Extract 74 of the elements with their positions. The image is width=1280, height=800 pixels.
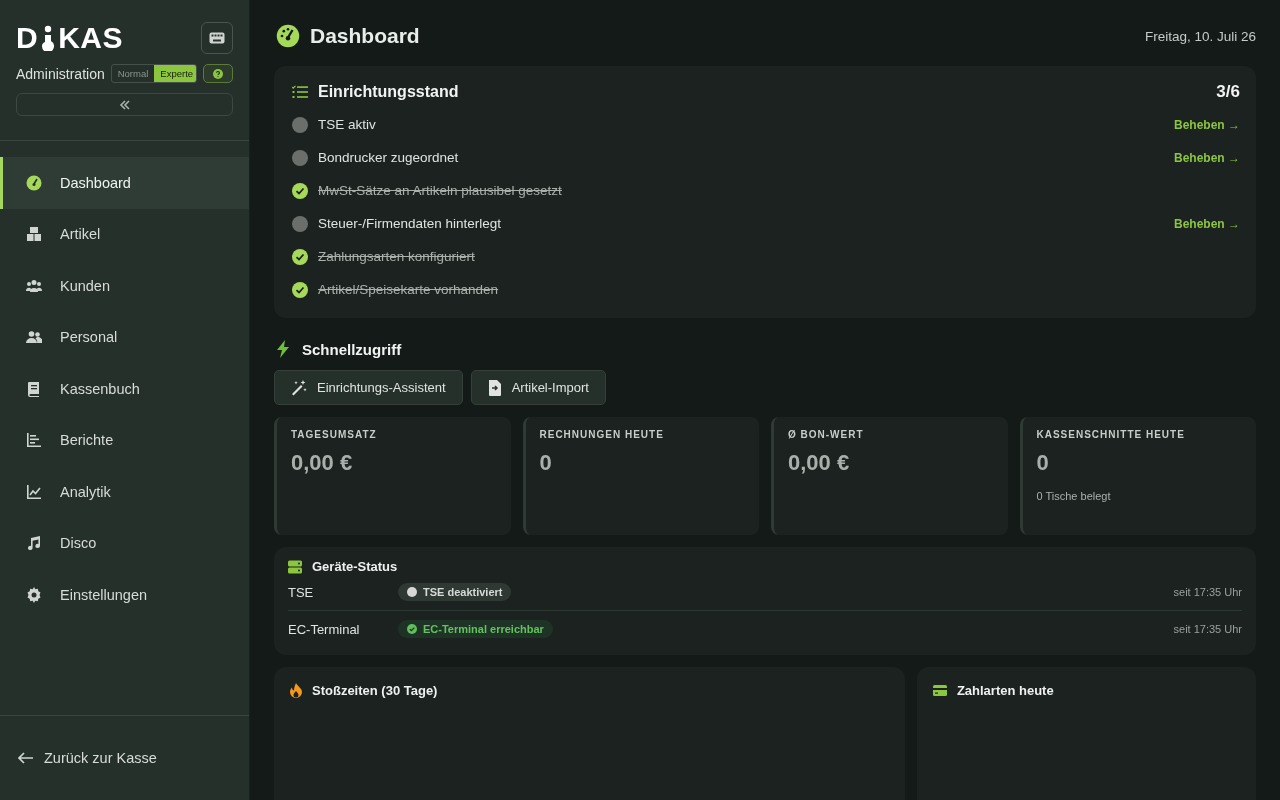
stat-value: 0	[539, 450, 553, 476]
double-chevron-left-icon	[118, 99, 131, 110]
logo-text: KAS	[58, 23, 123, 53]
nav-item[interactable]: Dashboard	[0, 157, 249, 209]
arrow-left-icon	[18, 752, 34, 764]
mode-toggle[interactable]: Experte	[154, 65, 196, 82]
gauge-icon	[26, 174, 42, 191]
nav-item[interactable]: Einstellungen	[0, 569, 249, 621]
date-text: Freitag, 10. Juli 26	[1144, 28, 1256, 44]
checklist-item: Steuer-/Firmendaten hinterlegt	[318, 216, 502, 231]
card-title: Einrichtungsstand	[318, 83, 459, 101]
page-title: Dashboard	[310, 24, 420, 48]
help-icon	[213, 68, 223, 79]
checklist-icon	[292, 85, 308, 99]
checklist-item: Bondrucker zugeordnet	[318, 150, 459, 165]
music-note-icon	[26, 535, 42, 552]
subtitle: Administration	[16, 65, 105, 82]
status-badge: EC-Terminal erreichbar	[398, 620, 553, 638]
quick-action-button[interactable]: Einrichtungs-Assistent	[274, 370, 463, 405]
card-icon	[932, 685, 947, 696]
logo-text: D	[16, 23, 39, 53]
checklist-item: TSE aktiv	[318, 117, 376, 132]
check-circle-icon	[407, 624, 417, 634]
checklist-item: MwSt-Sätze an Artikeln plausibel gesetzt	[318, 183, 562, 198]
nav-item[interactable]: Artikel	[0, 208, 249, 260]
progress-count: 3/6	[1216, 82, 1240, 102]
quick-action-button[interactable]: Artikel-Import	[470, 370, 606, 405]
fix-link[interactable]: Beheben →	[1174, 150, 1240, 165]
stat-label: KASSENSCHNITTE HEUTE	[1036, 429, 1186, 440]
file-import-icon	[487, 379, 502, 396]
status-dot-icon	[407, 587, 417, 597]
gear-icon	[26, 586, 42, 603]
mode-toggle[interactable]: Normal	[111, 65, 155, 82]
fix-link[interactable]: Beheben →	[1174, 216, 1240, 231]
card-title: Geräte-Status	[312, 559, 398, 574]
magic-wand-icon	[291, 379, 307, 396]
keyboard-icon	[209, 32, 225, 44]
stat-value: 0,00 €	[291, 450, 354, 476]
nav-item[interactable]: Berichte	[0, 414, 249, 466]
gauge-icon	[276, 24, 300, 48]
nav-item[interactable]: Analytik	[0, 466, 249, 518]
server-icon	[288, 559, 302, 574]
users-icon	[26, 329, 42, 346]
line-chart-icon	[26, 483, 42, 500]
nav-item[interactable]: Personal	[0, 311, 249, 363]
checklist-item: Artikel/Speisekarte vorhanden	[318, 282, 499, 297]
boxes-icon	[26, 226, 42, 243]
device-name: EC-Terminal	[288, 621, 361, 637]
help-button[interactable]	[203, 64, 233, 83]
flame-icon	[290, 683, 302, 698]
fix-link[interactable]: Beheben →	[1174, 117, 1240, 132]
checklist-item: Zahlungsarten konfiguriert	[318, 249, 475, 264]
stat-note: 0 Tische belegt	[1036, 490, 1112, 502]
back-link[interactable]: Zurück zur Kasse	[18, 750, 157, 766]
stat-label: TAGESUMSATZ	[291, 429, 378, 440]
book-icon	[26, 380, 42, 397]
nav-item[interactable]: Disco	[0, 517, 249, 569]
card-title: Zahlarten heute	[956, 683, 1054, 698]
stat-value: 0,00 €	[788, 450, 851, 476]
bar-chart-icon	[26, 432, 42, 449]
lightning-icon	[276, 340, 290, 358]
stat-label: Ø BON-WERT	[788, 429, 865, 440]
device-name: TSE	[288, 584, 315, 600]
keyboard-button[interactable]	[201, 22, 233, 54]
status-badge: TSE deaktiviert	[398, 583, 512, 601]
stat-value: 0	[1036, 450, 1050, 476]
stat-label: RECHNUNGEN HEUTE	[539, 429, 665, 440]
timestamp: seit 17:35 Uhr	[1173, 586, 1242, 598]
section-title: Schnellzugriff	[302, 340, 402, 358]
card-title: Stoßzeiten (30 Tage)	[312, 683, 438, 698]
people-icon	[26, 277, 42, 294]
nav-item[interactable]: Kassenbuch	[0, 363, 249, 415]
nav-item[interactable]: Kunden	[0, 260, 249, 312]
timestamp: seit 17:35 Uhr	[1173, 623, 1242, 635]
